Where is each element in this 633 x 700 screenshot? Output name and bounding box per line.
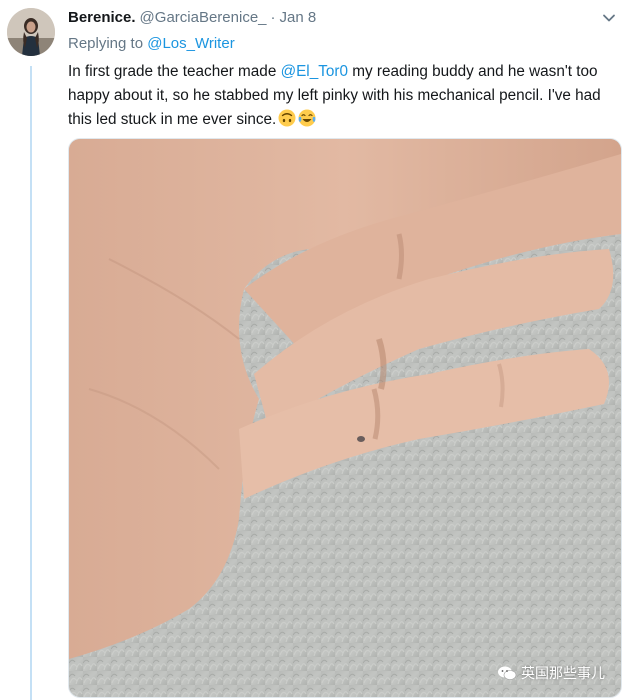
tweet-date[interactable]: Jan 8 — [280, 8, 317, 28]
mention-link[interactable]: @El_Tor0 — [281, 63, 348, 80]
avatar-image — [7, 8, 55, 56]
hand-photo-image — [69, 139, 621, 697]
tweet-text: In first grade the teacher made @El_Tor0… — [68, 60, 608, 132]
replying-to-link[interactable]: @Los_Writer — [147, 35, 234, 52]
replying-to: Replying to @Los_Writer — [68, 34, 621, 54]
tweet-header: Berenice. @GarciaBerenice_ · Jan 8 — [68, 8, 621, 28]
upside-down-face-icon — [278, 109, 296, 127]
replying-to-label: Replying to — [68, 35, 144, 52]
tweet: Berenice. @GarciaBerenice_ · Jan 8 Reply… — [68, 8, 621, 132]
avatar[interactable] — [7, 8, 55, 56]
tears-of-joy-icon — [298, 109, 316, 127]
tweet-text-start: In first grade the teacher made — [68, 63, 281, 80]
user-handle[interactable]: @GarciaBerenice_ — [140, 8, 267, 28]
display-name[interactable]: Berenice. — [68, 8, 136, 28]
thread-line — [30, 66, 32, 700]
separator-dot: · — [270, 9, 276, 26]
wechat-icon — [498, 666, 517, 680]
tweet-photo[interactable]: 英国那些事儿 — [68, 138, 622, 698]
chevron-down-icon[interactable] — [601, 10, 617, 26]
watermark-text: 英国那些事儿 — [521, 665, 605, 681]
watermark: 英国那些事儿 — [497, 663, 605, 683]
